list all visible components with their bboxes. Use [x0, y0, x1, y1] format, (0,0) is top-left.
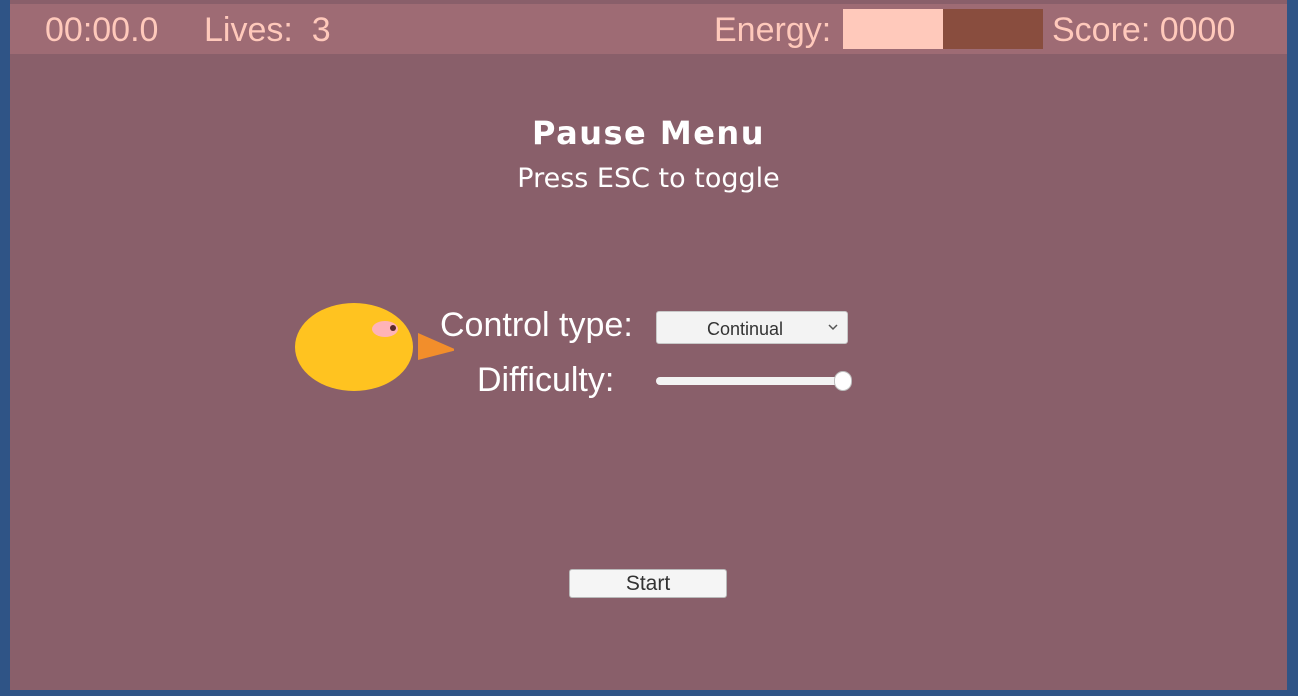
game-window: 00:00.0 Lives: 3 Energy: Score: 0000 Pau… — [0, 0, 1298, 696]
control-type-value: Continual — [706, 319, 784, 339]
bird-pupil — [390, 325, 396, 331]
chevron-down-icon — [828, 324, 838, 331]
lives-counter: Lives: 3 — [204, 11, 331, 49]
difficulty-slider-handle[interactable] — [834, 371, 852, 391]
control-type-label: Control type: — [440, 306, 633, 344]
energy-label: Energy: — [714, 11, 832, 49]
score-counter: Score: 0000 — [1052, 11, 1236, 49]
energy-bar — [843, 9, 1043, 49]
window-bottom-edge — [10, 690, 1287, 696]
difficulty-slider-track[interactable] — [656, 377, 843, 385]
control-type-dropdown[interactable]: Continual — [656, 311, 848, 344]
game-canvas: 00:00.0 Lives: 3 Energy: Score: 0000 Pau… — [10, 0, 1287, 690]
hud-bar: 00:00.0 Lives: 3 Energy: Score: 0000 — [10, 4, 1287, 54]
energy-bar-fill — [843, 9, 943, 49]
timer-display: 00:00.0 — [45, 11, 159, 49]
bird-body — [295, 303, 413, 391]
pause-menu-title: Pause Menu — [532, 114, 765, 152]
difficulty-label: Difficulty: — [477, 361, 615, 399]
pause-menu-subtitle: Press ESC to toggle — [517, 163, 780, 194]
bird-icon — [295, 303, 454, 391]
start-button[interactable]: Start — [569, 569, 727, 598]
